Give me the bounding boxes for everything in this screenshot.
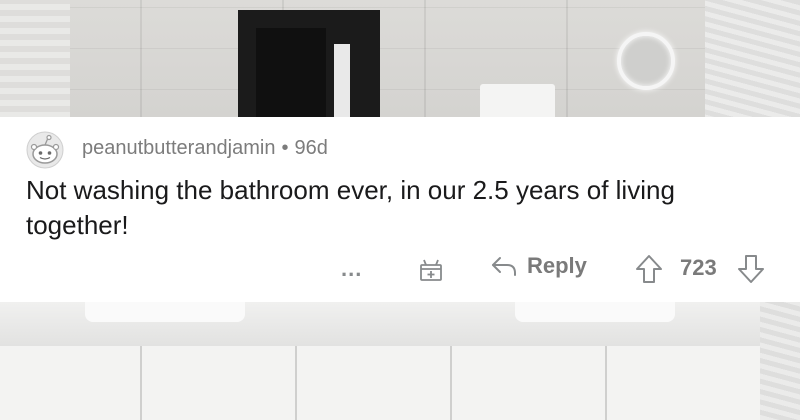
reply-button[interactable]: Reply bbox=[489, 253, 587, 279]
more-options-button[interactable]: ... bbox=[341, 256, 362, 282]
comment-card: peanutbutterandjamin • 96d Not washing the… bbox=[0, 117, 800, 302]
comment-meta: peanutbutterandjamin • 96d bbox=[82, 137, 328, 160]
textured-wall-right bbox=[705, 0, 800, 130]
comment-actions: ... Reply 723 bbox=[0, 252, 800, 292]
username-link[interactable]: peanutbutterandjamin bbox=[82, 137, 275, 159]
gift-award-icon[interactable] bbox=[416, 254, 446, 284]
vanity-cabinet bbox=[0, 346, 800, 420]
textured-wall-left bbox=[0, 0, 70, 130]
round-mirror-light bbox=[617, 32, 675, 90]
reply-label: Reply bbox=[527, 253, 587, 278]
textured-wall-lower-right bbox=[760, 300, 800, 420]
sink-basin-left bbox=[85, 300, 245, 322]
snoo-avatar-icon[interactable] bbox=[26, 131, 64, 169]
upvote-arrow-icon[interactable] bbox=[634, 253, 664, 285]
reply-arrow-icon bbox=[492, 257, 516, 276]
comment-body: Not washing the bathroom ever, in our 2.… bbox=[26, 175, 675, 240]
sink-basin-right bbox=[515, 300, 675, 322]
black-door-frame bbox=[238, 10, 380, 138]
tiled-wall bbox=[0, 0, 800, 130]
comment-age: 96d bbox=[294, 137, 328, 159]
downvote-arrow-icon[interactable] bbox=[736, 253, 766, 285]
vote-score: 723 bbox=[680, 255, 717, 280]
meta-separator: • bbox=[281, 137, 289, 159]
